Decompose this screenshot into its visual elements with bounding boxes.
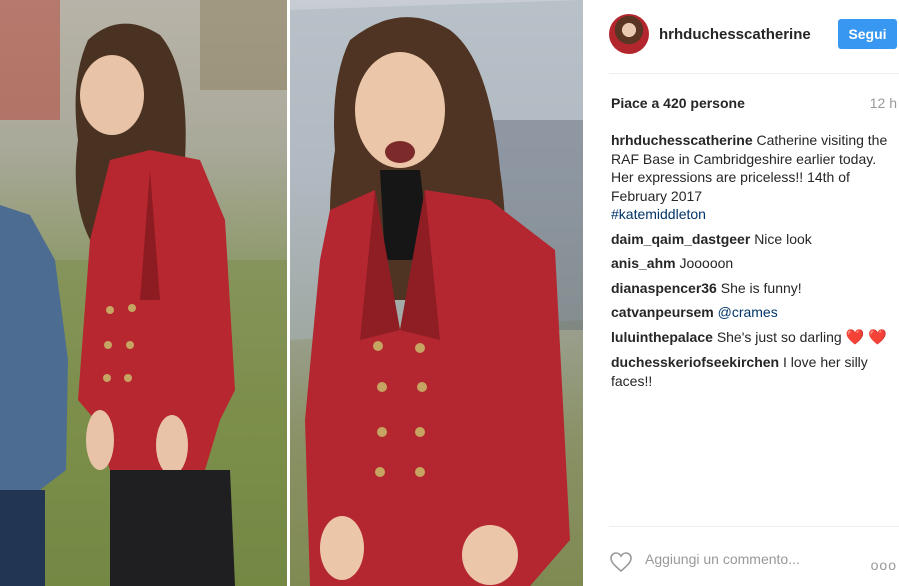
- comments-list: hrhduchesscatherine Catherine visiting t…: [611, 131, 898, 396]
- comment-item: duchesskeriofseekirchen I love her silly…: [611, 353, 898, 390]
- comment-username[interactable]: daim_qaim_dastgeer: [611, 231, 750, 247]
- header-divider: [609, 73, 899, 74]
- comment-item: dianaspencer36 She is funny!: [611, 279, 898, 298]
- comment-username[interactable]: anis_ahm: [611, 255, 676, 271]
- post-side-panel: hrhduchesscatherine Segui Piace a 420 pe…: [583, 0, 899, 586]
- comment-item: catvanpeursem @crames: [611, 303, 898, 322]
- comment-username[interactable]: catvanpeursem: [611, 304, 714, 320]
- comment-mention[interactable]: @crames: [718, 304, 778, 320]
- photo-left-illustration: [0, 0, 287, 586]
- photo-right-illustration: [290, 0, 583, 586]
- comment-text: She is funny!: [720, 279, 802, 296]
- comment-item: daim_qaim_dastgeer Nice look: [611, 230, 898, 249]
- comment-username[interactable]: duchesskeriofseekirchen: [611, 354, 779, 370]
- heart-emoji: ❤️ ❤️: [845, 328, 888, 346]
- follow-button[interactable]: Segui: [838, 19, 897, 49]
- comment-text: Jooooon: [679, 255, 734, 271]
- post-header: hrhduchesscatherine Segui: [609, 14, 899, 58]
- comment-text: Nice look: [754, 230, 812, 247]
- caption-hashtag[interactable]: #katemiddleton: [611, 205, 898, 224]
- footer-divider: [609, 526, 899, 527]
- add-comment-input[interactable]: Aggiungi un commento...: [645, 551, 845, 567]
- post-time[interactable]: 12 h: [870, 95, 897, 111]
- comment-item: anis_ahm Jooooon: [611, 254, 898, 273]
- post-photo-left[interactable]: [0, 0, 287, 586]
- ellipsis-icon[interactable]: ooo: [871, 557, 897, 573]
- comment-text: She's just so darling: [716, 328, 842, 345]
- header-username[interactable]: hrhduchesscatherine: [659, 26, 811, 43]
- likes-row: Piace a 420 persone 12 h: [611, 95, 899, 113]
- caption: hrhduchesscatherine Catherine visiting t…: [611, 131, 898, 224]
- post-photo-right[interactable]: [290, 0, 583, 586]
- comment-username[interactable]: dianaspencer36: [611, 280, 717, 296]
- comment-item: luluinthepalace She's just so darling ❤️…: [611, 328, 898, 348]
- user-avatar[interactable]: [609, 14, 649, 54]
- add-comment-row: Aggiungi un commento... ooo: [609, 547, 899, 577]
- caption-username[interactable]: hrhduchesscatherine: [611, 132, 753, 148]
- likes-count[interactable]: Piace a 420 persone: [611, 95, 745, 111]
- comment-username[interactable]: luluinthepalace: [611, 329, 713, 345]
- heart-outline-icon[interactable]: [609, 551, 633, 573]
